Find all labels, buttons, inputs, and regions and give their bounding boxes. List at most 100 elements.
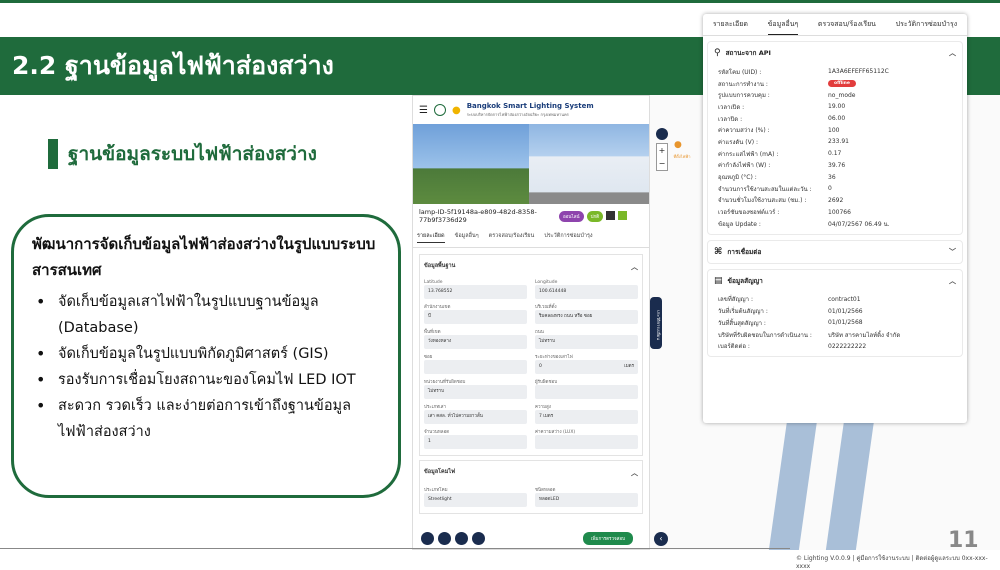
row-value: 06.00 <box>828 115 846 123</box>
layers-icon[interactable] <box>656 128 668 140</box>
info-row: รหัสโคม (UID) : 1A3A6EFEFF65112C <box>718 66 954 78</box>
app-window: ☰ ● Bangkok Smart Lighting System ระบบบร… <box>412 95 650 550</box>
tab-inspection[interactable]: ตรวจสอบ/ร้องเรียน <box>818 19 876 30</box>
form-field: หน่วยงานที่รับผิดชอบ ไม่ทราบ <box>424 378 527 401</box>
connection-card: ⌘ การเชื่อมต่อ ﹀ <box>707 239 963 264</box>
bulb-icon: ● <box>451 104 461 116</box>
field-value[interactable]: ไม่ทราบ <box>535 335 638 349</box>
field-suffix: เมตร <box>624 364 634 369</box>
map-pin-label: ที่ตั้งไฟฟ้า <box>673 154 691 159</box>
bullet-item: จัดเก็บข้อมูลเสาไฟฟ้าในรูปแบบฐานข้อมูล (… <box>32 289 384 341</box>
field-value-text: 7 เมตร <box>539 414 554 419</box>
field-value[interactable]: 13.768552 <box>424 285 527 299</box>
map-pin-icon[interactable]: ● <box>674 140 682 150</box>
section-header[interactable]: ข้อมูลพื้นฐาน ︿ <box>424 259 638 280</box>
row-value: 01/01/2568 <box>828 319 863 327</box>
form-field: ผู้รับผิดชอบ <box>535 378 638 401</box>
chevron-down-icon[interactable]: ﹀ <box>949 247 956 257</box>
add-inspection-button[interactable]: เพิ่มการตรวจสอบ <box>583 532 633 545</box>
section-heading: ฐานข้อมูลระบบไฟฟ้าส่องสว่าง <box>48 139 317 169</box>
form-field: ความสูง 7 เมตร <box>535 403 638 426</box>
row-value: 19.00 <box>828 103 846 111</box>
card-heading: พัฒนาการจัดเก็บข้อมูลไฟฟ้าส่องสว่างในรูป… <box>32 235 376 279</box>
tab-maintenance[interactable]: ประวัติการซ่อมบำรุง <box>896 19 958 30</box>
lamp-photo[interactable] <box>413 124 530 204</box>
offline-badge: offline <box>828 80 856 88</box>
chevron-up-icon[interactable]: ︿ <box>631 262 638 272</box>
print-icon[interactable] <box>472 532 485 545</box>
section-header[interactable]: ข้อมูลโคมไฟ ︿ <box>424 465 638 486</box>
row-value: no_mode <box>828 91 856 99</box>
row-key: เวอร์ชันของซอฟต์แวร์ : <box>718 209 780 217</box>
tab-inspection[interactable]: ตรวจสอบ/ร้องเรียน <box>489 232 535 243</box>
info-row: ค่ากำลังไฟฟ้า (W) : 39.76 <box>718 160 954 172</box>
status-badge: ปกติ <box>586 211 604 222</box>
card-header[interactable]: ⚲ สถานะจาก API ︿ <box>708 42 962 64</box>
field-value-text: 100.614448 <box>539 289 567 294</box>
field-value[interactable]: 7 เมตร <box>535 410 638 424</box>
lamp-photo[interactable] <box>529 124 649 204</box>
qr-icon[interactable] <box>606 211 616 220</box>
chevron-up-icon[interactable]: ︿ <box>949 48 956 58</box>
field-label: ประเภทเสา <box>424 405 446 410</box>
field-value[interactable]: ริมคลองทรง ถนน หรือ ซอย <box>535 310 638 324</box>
lamp-photos <box>413 124 649 204</box>
field-value[interactable] <box>535 385 638 399</box>
menu-icon[interactable]: ☰ <box>419 105 428 116</box>
field-value-text: Streetlight <box>428 497 452 502</box>
row-key: สถานะการทำงาน : <box>718 80 768 88</box>
card-header[interactable]: ⌘ การเชื่อมต่อ ﹀ <box>708 241 962 263</box>
zoom-control[interactable]: + − <box>656 143 668 171</box>
field-value[interactable]: บึ <box>424 310 527 324</box>
summary-card: พัฒนาการจัดเก็บข้อมูลไฟฟ้าส่องสว่างในรูป… <box>11 214 401 498</box>
chevron-up-icon[interactable]: ︿ <box>631 468 638 478</box>
info-row: ค่าแรงดัน (V) : 233.91 <box>718 136 954 148</box>
field-value[interactable]: เสา คสล. ทั่วไปความยาวสั้น <box>424 410 527 424</box>
app-action-bar: เพิ่มการตรวจสอบ <box>413 532 649 545</box>
lamp-detail-panel: รายละเอียด ข้อมูลอื่นๆ ตรวจสอบ/ร้องเรียน… <box>703 14 967 423</box>
footer-text: © Lighting V.0.0.9 | คู่มือการใช้งานระบบ… <box>796 555 988 570</box>
back-icon[interactable]: ‹ <box>654 532 668 546</box>
delete-icon[interactable] <box>421 532 434 545</box>
bullet-item: สะดวก รวดเร็ว และง่ายต่อการเข้าถึงฐานข้อ… <box>32 393 384 445</box>
field-grid: Latitude 13.768552 Longitude 100.614448 สำนั… <box>424 280 638 451</box>
field-value[interactable]: หลอดLED <box>535 493 638 507</box>
section-title: ข้อมูลโคมไฟ <box>424 469 455 475</box>
copy-icon[interactable] <box>455 532 468 545</box>
footer-rule <box>0 548 790 549</box>
basic-info-section: ข้อมูลพื้นฐาน ︿ Latitude 13.768552 Longitu… <box>419 254 643 456</box>
tab-other[interactable]: ข้อมูลอื่นๆ <box>455 232 479 243</box>
heading-accent <box>48 139 58 169</box>
field-value[interactable]: ไม่ทราบ <box>424 385 527 399</box>
row-value: 100 <box>828 126 840 134</box>
field-label: ผู้รับผิดชอบ <box>535 380 558 385</box>
top-rule <box>0 0 1000 3</box>
tab-details[interactable]: รายละเอียด <box>713 19 748 30</box>
field-value[interactable] <box>424 360 527 374</box>
row-value: 04/07/2567 06.49 น. <box>828 220 890 228</box>
field-value[interactable]: 1 <box>424 435 527 449</box>
field-value-text: 1 <box>428 439 431 444</box>
document-icon: ▤ <box>714 275 723 286</box>
field-value[interactable]: วังทองหลาง <box>424 335 527 349</box>
field-value[interactable] <box>535 435 638 449</box>
chevron-up-icon[interactable]: ︿ <box>949 276 956 286</box>
edit-icon[interactable] <box>438 532 451 545</box>
card-header[interactable]: ▤ ข้อมูลสัญญา ︿ <box>708 270 962 292</box>
tab-other[interactable]: ข้อมูลอื่นๆ <box>767 19 799 35</box>
field-value[interactable]: 100.614448 <box>535 285 638 299</box>
field-value[interactable]: 0 เมตร <box>535 360 638 374</box>
app-tabs: รายละเอียด ข้อมูลอื่นๆ ตรวจสอบ/ร้องเรียน… <box>413 228 649 248</box>
history-side-tab[interactable]: ประวัติการเปลี่ยน <box>650 297 662 349</box>
tab-details[interactable]: รายละเอียด <box>417 232 445 243</box>
tab-maintenance[interactable]: ประวัติการซ่อมบำรุง <box>544 232 592 243</box>
form-field: จำนวนหลอด 1 <box>424 428 527 451</box>
field-label: บริเวณที่ตั้ง <box>535 305 557 310</box>
info-row: ค่ากระแสไฟฟ้า (mA) : 0.17 <box>718 148 954 160</box>
info-row: เลขที่สัญญา : contract01 <box>718 294 954 306</box>
form-field: บริเวณที่ตั้ง ริมคลองทรง ถนน หรือ ซอย <box>535 303 638 326</box>
field-value-text: บึ <box>428 314 431 319</box>
field-value[interactable]: Streetlight <box>424 493 527 507</box>
row-value: 1A3A6EFEFF65112C <box>828 68 889 76</box>
edit-icon[interactable] <box>618 211 628 220</box>
